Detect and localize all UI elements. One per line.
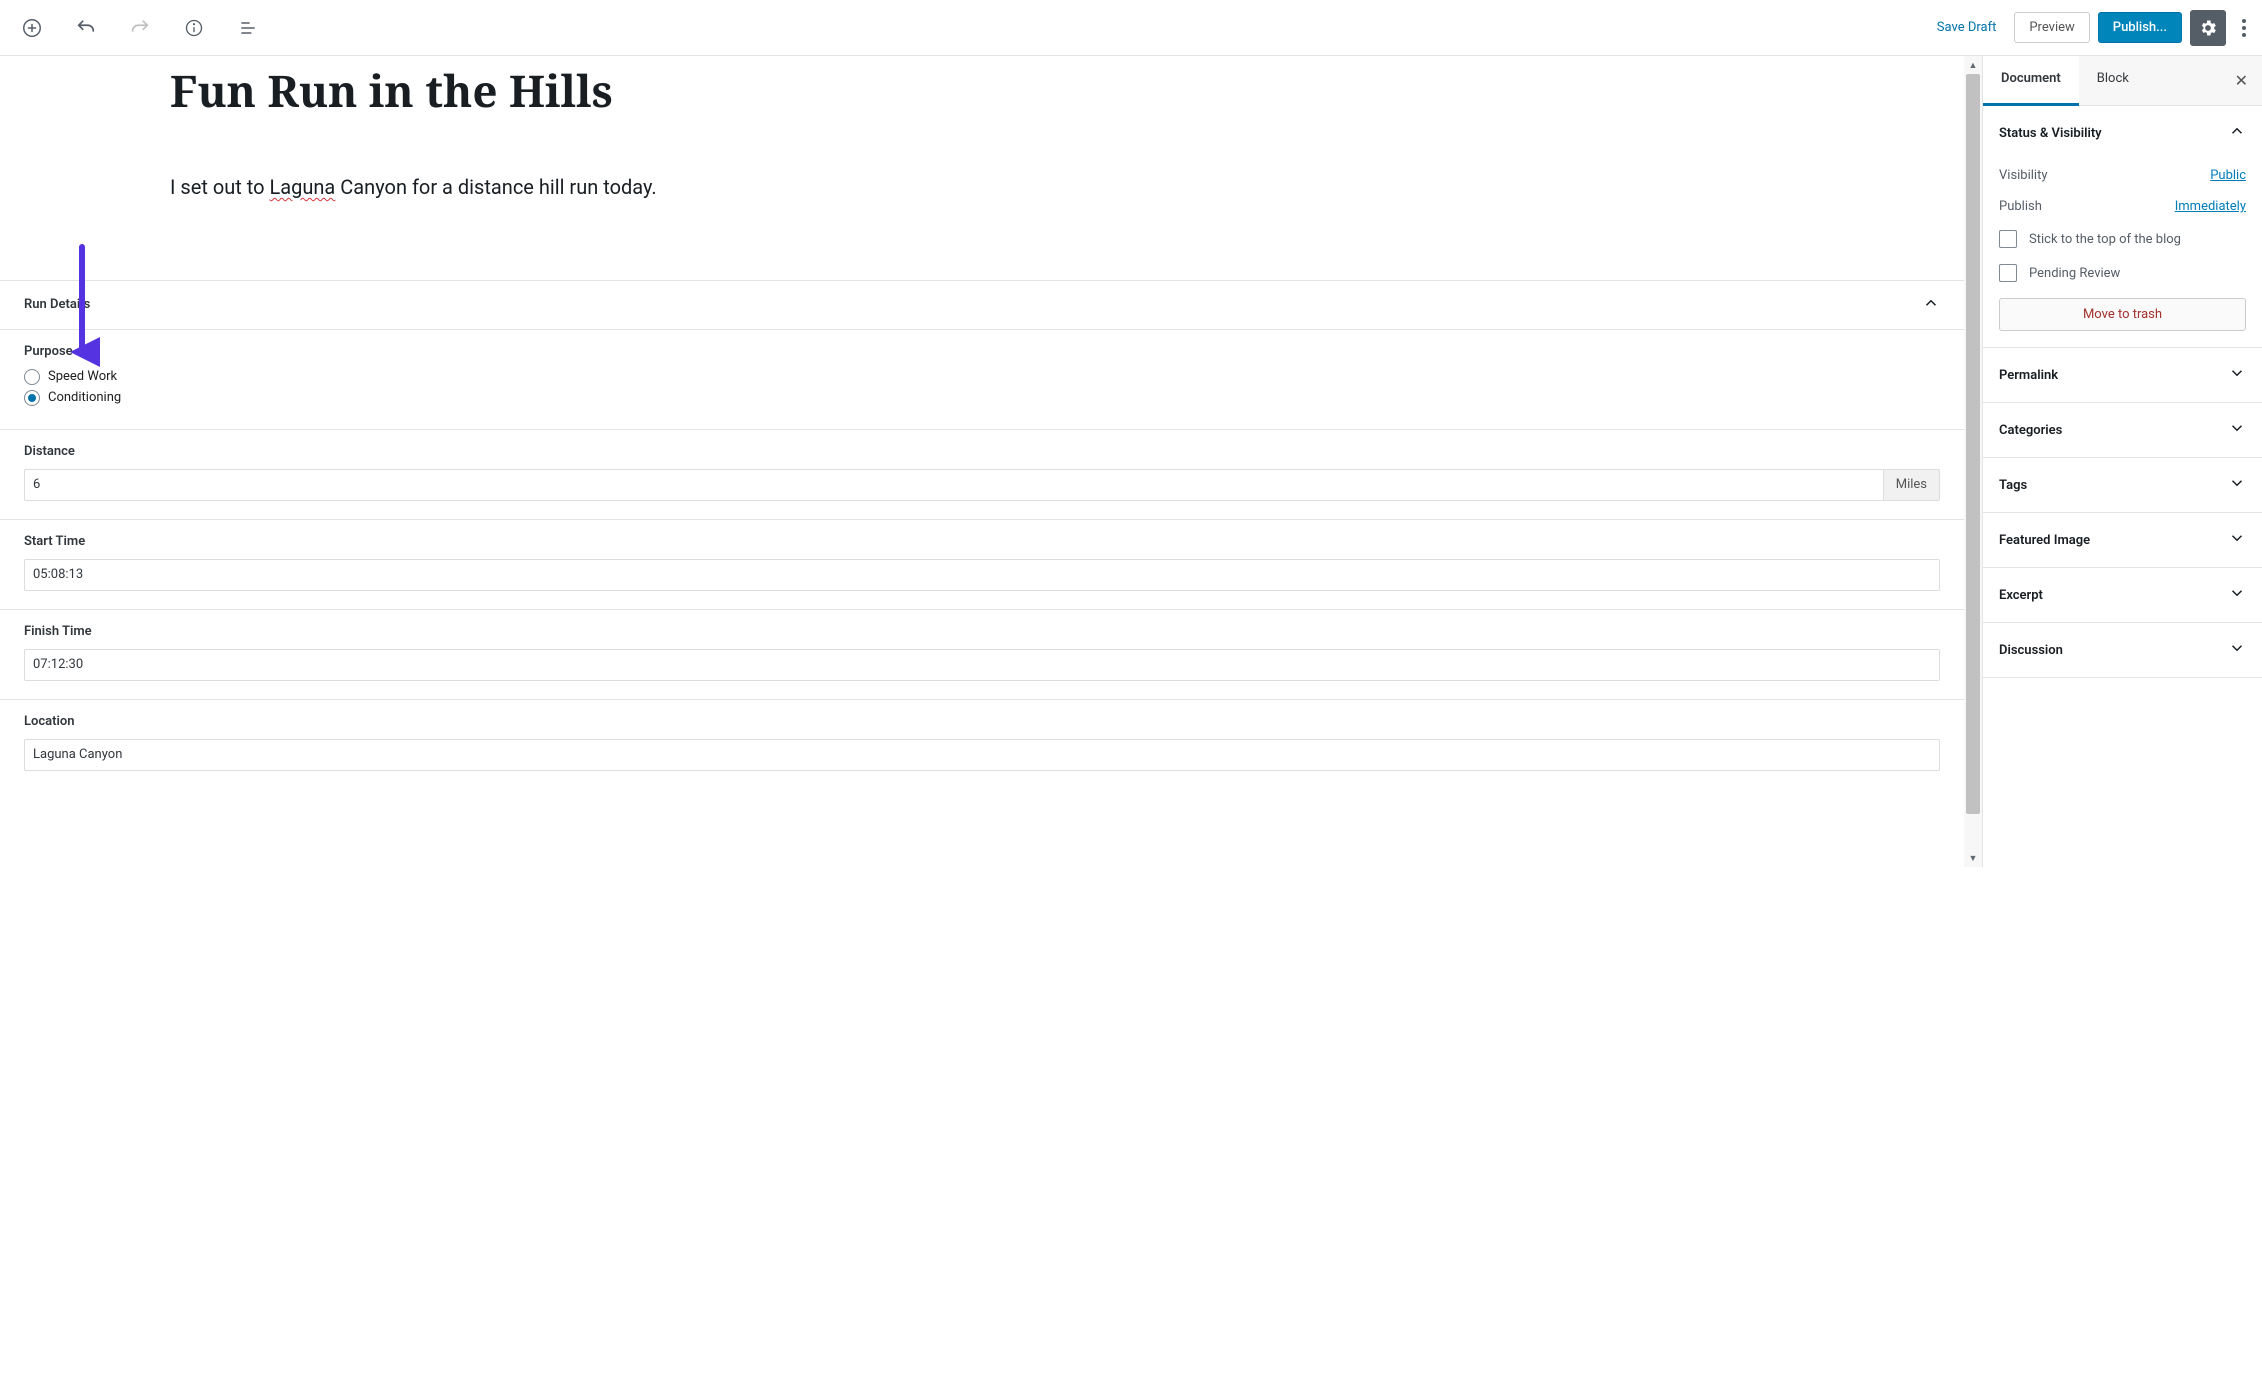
settings-sidebar: Document Block ✕ Status & Visibility Vis… bbox=[1982, 56, 2262, 867]
close-sidebar-button[interactable]: ✕ bbox=[2221, 56, 2262, 105]
radio-icon[interactable] bbox=[24, 390, 40, 406]
panel-head[interactable]: Categories bbox=[1983, 403, 2262, 457]
top-toolbar: Save Draft Preview Publish... bbox=[0, 0, 2262, 56]
checkbox-label: Stick to the top of the blog bbox=[2029, 232, 2181, 247]
visibility-value-link[interactable]: Public bbox=[2210, 168, 2246, 183]
start-time-field: Start Time bbox=[0, 520, 1964, 610]
panel-title: Categories bbox=[1999, 423, 2062, 438]
publish-row: Publish Immediately bbox=[1999, 191, 2246, 222]
panel-permalink: Permalink bbox=[1983, 348, 2262, 403]
panel-title: Status & Visibility bbox=[1999, 126, 2102, 141]
run-details-metabox: Run Details Purpose Speed Work Condition… bbox=[0, 280, 1964, 789]
add-block-button[interactable] bbox=[14, 10, 50, 46]
panel-head[interactable]: Permalink bbox=[1983, 348, 2262, 402]
settings-button[interactable] bbox=[2190, 10, 2226, 46]
post-body[interactable]: I set out to Laguna Canyon for a distanc… bbox=[170, 173, 890, 200]
panel-title: Excerpt bbox=[1999, 588, 2043, 603]
panel-tags: Tags bbox=[1983, 458, 2262, 513]
chevron-down-icon bbox=[2228, 584, 2246, 606]
save-draft-button[interactable]: Save Draft bbox=[1927, 14, 2007, 41]
chevron-up-icon bbox=[1922, 294, 1940, 316]
distance-input[interactable] bbox=[24, 469, 1884, 501]
editor-scrollbar[interactable]: ▲ ▼ bbox=[1964, 56, 1982, 867]
body-text: I set out to bbox=[170, 175, 269, 199]
panel-title: Tags bbox=[1999, 478, 2027, 493]
radio-label: Conditioning bbox=[48, 390, 121, 405]
checkbox-icon[interactable] bbox=[1999, 230, 2017, 248]
chevron-down-icon bbox=[2228, 529, 2246, 551]
tab-block[interactable]: Block bbox=[2079, 56, 2147, 105]
spell-error-word: Laguna bbox=[269, 175, 335, 199]
panel-status-visibility: Status & Visibility Visibility Public Pu… bbox=[1983, 106, 2262, 348]
meta-label: Visibility bbox=[1999, 168, 2048, 183]
undo-button[interactable] bbox=[68, 10, 104, 46]
panel-head[interactable]: Tags bbox=[1983, 458, 2262, 512]
sidebar-tabs: Document Block ✕ bbox=[1983, 56, 2262, 106]
publish-value-link[interactable]: Immediately bbox=[2175, 199, 2246, 214]
sticky-checkbox-row[interactable]: Stick to the top of the blog bbox=[1999, 222, 2246, 256]
post-title[interactable]: Fun Run in the Hills bbox=[170, 64, 890, 117]
panel-featured-image: Featured Image bbox=[1983, 513, 2262, 568]
finish-time-input[interactable] bbox=[24, 649, 1940, 681]
checkbox-label: Pending Review bbox=[2029, 266, 2120, 281]
panel-title: Featured Image bbox=[1999, 533, 2090, 548]
panel-head[interactable]: Status & Visibility bbox=[1983, 106, 2262, 160]
chevron-down-icon bbox=[2228, 639, 2246, 661]
field-label: Purpose bbox=[24, 344, 1940, 359]
chevron-down-icon bbox=[2228, 474, 2246, 496]
outline-button[interactable] bbox=[230, 10, 266, 46]
body-text: Canyon for a distance hill run today. bbox=[335, 175, 656, 199]
purpose-option-conditioning[interactable]: Conditioning bbox=[24, 390, 1940, 406]
redo-button[interactable] bbox=[122, 10, 158, 46]
editor-scroll[interactable]: Fun Run in the Hills I set out to Laguna… bbox=[0, 56, 1964, 867]
field-label: Location bbox=[24, 714, 1940, 729]
scroll-thumb[interactable] bbox=[1966, 74, 1980, 814]
panel-title: Discussion bbox=[1999, 643, 2063, 658]
panel-body: Visibility Public Publish Immediately St… bbox=[1983, 160, 2262, 347]
panel-excerpt: Excerpt bbox=[1983, 568, 2262, 623]
move-to-trash-button[interactable]: Move to trash bbox=[1999, 298, 2246, 331]
editor-content: Fun Run in the Hills I set out to Laguna… bbox=[170, 56, 890, 200]
field-label: Distance bbox=[24, 444, 1940, 459]
checkbox-icon[interactable] bbox=[1999, 264, 2017, 282]
meta-label: Publish bbox=[1999, 199, 2042, 214]
panel-head[interactable]: Discussion bbox=[1983, 623, 2262, 677]
preview-button[interactable]: Preview bbox=[2014, 12, 2089, 43]
panel-discussion: Discussion bbox=[1983, 623, 2262, 678]
purpose-field: Purpose Speed Work Conditioning bbox=[0, 330, 1964, 430]
publish-button[interactable]: Publish... bbox=[2098, 12, 2182, 43]
more-menu-button[interactable] bbox=[2234, 11, 2254, 45]
toolbar-right: Save Draft Preview Publish... bbox=[1927, 10, 2254, 46]
visibility-row: Visibility Public bbox=[1999, 160, 2246, 191]
scroll-down-icon[interactable]: ▼ bbox=[1964, 849, 1982, 867]
scroll-up-icon[interactable]: ▲ bbox=[1964, 56, 1982, 74]
radio-icon[interactable] bbox=[24, 369, 40, 385]
pending-review-checkbox-row[interactable]: Pending Review bbox=[1999, 256, 2246, 290]
field-label: Start Time bbox=[24, 534, 1940, 549]
metabox-header[interactable]: Run Details bbox=[0, 281, 1964, 330]
chevron-up-icon bbox=[2228, 122, 2246, 144]
location-input[interactable] bbox=[24, 739, 1940, 771]
distance-field: Distance Miles bbox=[0, 430, 1964, 520]
chevron-down-icon bbox=[2228, 364, 2246, 386]
panel-head[interactable]: Excerpt bbox=[1983, 568, 2262, 622]
start-time-input[interactable] bbox=[24, 559, 1940, 591]
annotation-arrow-icon bbox=[70, 242, 100, 372]
toolbar-left bbox=[8, 10, 266, 46]
main-area: Fun Run in the Hills I set out to Laguna… bbox=[0, 56, 2262, 867]
location-field: Location bbox=[0, 700, 1964, 789]
tab-document[interactable]: Document bbox=[1983, 56, 2079, 106]
panel-head[interactable]: Featured Image bbox=[1983, 513, 2262, 567]
info-button[interactable] bbox=[176, 10, 212, 46]
distance-unit: Miles bbox=[1884, 469, 1940, 501]
panel-categories: Categories bbox=[1983, 403, 2262, 458]
panel-title: Permalink bbox=[1999, 368, 2058, 383]
purpose-option-speed[interactable]: Speed Work bbox=[24, 369, 1940, 385]
finish-time-field: Finish Time bbox=[0, 610, 1964, 700]
field-label: Finish Time bbox=[24, 624, 1940, 639]
chevron-down-icon bbox=[2228, 419, 2246, 441]
editor-wrap: Fun Run in the Hills I set out to Laguna… bbox=[0, 56, 1964, 867]
